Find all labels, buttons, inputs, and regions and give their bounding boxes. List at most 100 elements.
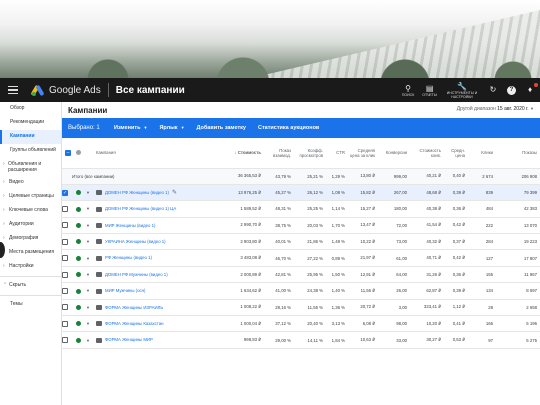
column-header-conversions[interactable]: Конверсии [378, 138, 410, 169]
status-enabled-icon[interactable] [76, 305, 81, 310]
row-checkbox[interactable] [62, 320, 68, 327]
caret-down-icon[interactable]: ▼ [86, 321, 90, 326]
caret-down-icon[interactable]: ▼ [86, 239, 90, 244]
table-row[interactable]: ▼ ФОРМА Женщины МИР 998,83 ₽29,00 % 14,11 %… [62, 331, 540, 349]
help-icon[interactable]: ? [507, 85, 516, 95]
table-row[interactable]: ▼ МИР Женщины (видео 1) 2 990,70 ₽38,75 % 2… [62, 217, 540, 235]
sidebar-item[interactable]: › Видео [0, 176, 61, 190]
column-header-campaign[interactable]: Кампания [96, 138, 226, 169]
sidebar-item[interactable]: Кампании [0, 130, 61, 144]
caret-down-icon[interactable]: ▼ [86, 272, 90, 277]
row-checkbox[interactable] [62, 337, 68, 344]
sidebar-item-topics[interactable]: Темы [0, 298, 61, 312]
table-row[interactable]: ▼ УКРАИНА Женщины (видео 1) 2 903,80 ₽40,0… [62, 233, 540, 251]
row-checkbox[interactable] [62, 222, 68, 229]
caret-down-icon[interactable]: ▼ [86, 305, 90, 310]
reports-tool[interactable]: ▤ ОТЧЕТЫ [422, 84, 437, 97]
campaign-name-cell[interactable]: ФОРМА Женщины Казахстан [96, 315, 226, 333]
status-enabled-icon[interactable] [76, 337, 81, 343]
table-row[interactable]: ▼ РФ Женщины (видео 1) 3 483,08 ₽46,70 % 27… [62, 249, 540, 267]
table-row[interactable]: ▼ ФОРМА Женщины ИЗРАИЛЬ 1 008,22 ₽28,16 % 1… [62, 299, 540, 317]
row-expand-cell[interactable]: ▼ [86, 315, 96, 333]
campaign-name-cell[interactable]: ДОМЕН РФ Мужчины (видео 1) [96, 266, 226, 284]
row-status-cell[interactable] [76, 282, 86, 300]
sidebar-item[interactable]: ›Места размещения [0, 246, 61, 260]
campaign-link[interactable]: ДОМЕН РФ Женщины (видео 1) [105, 190, 169, 195]
row-select-cell[interactable]: ✓ [62, 184, 76, 202]
refresh-icon[interactable]: ↻ [487, 84, 499, 96]
campaign-name-cell[interactable]: МИР Женщины (видео 1) [96, 217, 226, 235]
row-select-cell[interactable] [62, 200, 76, 218]
search-tool[interactable]: ⚲ ПОИСК [402, 84, 414, 97]
status-enabled-icon[interactable] [76, 272, 81, 278]
row-expand-cell[interactable]: ▼ [86, 331, 96, 349]
row-select-cell[interactable] [62, 233, 76, 251]
column-header-clicks[interactable]: Клики [468, 138, 496, 169]
caret-down-icon[interactable]: ▼ [86, 206, 90, 211]
row-checkbox[interactable] [62, 238, 68, 245]
table-row[interactable]: ▼ ДОМЕН РФ Женщины (видео 1) ЦА 1 589,52 ₽… [62, 200, 540, 218]
sidebar-item[interactable]: › Настройки [0, 260, 61, 274]
date-range-picker[interactable]: Другой диапазон 15 авг. 2020 г. ▼ [457, 106, 534, 112]
notifications-icon[interactable]: ♦ [524, 83, 538, 96]
auction-insights-button[interactable]: Статистика аукционов [258, 125, 319, 131]
campaign-name-cell[interactable]: РФ Женщины (видео 1) [96, 249, 226, 267]
campaign-link[interactable]: ДОМЕН РФ Женщины (видео 1) ЦА [105, 206, 176, 211]
status-enabled-icon[interactable] [76, 255, 81, 261]
sidebar-item[interactable]: › Аудитории [0, 218, 61, 232]
row-expand-cell[interactable]: ▼ [86, 266, 96, 284]
caret-down-icon[interactable]: ▼ [86, 338, 90, 343]
sidebar-item[interactable]: Рекомендации [0, 116, 61, 130]
row-status-cell[interactable] [76, 299, 86, 317]
row-expand-cell[interactable]: ▼ [86, 184, 96, 202]
campaign-name-cell[interactable]: ФОРМА Женщины ИЗРАИЛЬ [96, 299, 226, 317]
row-select-cell[interactable] [62, 266, 76, 284]
campaign-name-cell[interactable]: ФОРМА Женщины МИР [96, 331, 226, 349]
sidebar-item[interactable]: › Объявления и расширения [0, 158, 61, 176]
caret-down-icon[interactable]: ▼ [86, 288, 90, 293]
row-status-cell[interactable] [76, 331, 86, 349]
status-enabled-icon[interactable] [76, 206, 81, 212]
row-status-cell[interactable] [76, 266, 86, 284]
sidebar-item[interactable]: › Ключевые слова [0, 204, 61, 218]
campaign-name-cell[interactable]: УКРАИНА Женщины (видео 1) [96, 233, 226, 251]
row-status-cell[interactable] [76, 217, 86, 235]
row-select-cell[interactable] [62, 282, 76, 300]
column-header-interaction-rate[interactable]: Показ взаимод. [264, 138, 294, 169]
status-enabled-icon[interactable] [76, 223, 81, 229]
campaign-link[interactable]: МИР Мужчины (осн) [105, 288, 145, 293]
column-header-view-rate[interactable]: Коэфф. просмотров [294, 138, 326, 169]
row-status-cell[interactable] [76, 249, 86, 267]
row-status-cell[interactable] [76, 200, 86, 218]
campaign-link[interactable]: ФОРМА Женщины МИР [105, 337, 153, 342]
row-status-cell[interactable] [76, 315, 86, 333]
sidebar-hide[interactable]: ⌃ Скрыть [0, 279, 61, 293]
row-expand-cell[interactable]: ▼ [86, 233, 96, 251]
status-enabled-icon[interactable] [76, 288, 81, 294]
tools-settings-tool[interactable]: 🔧 ИНСТРУМЕНТЫ И НАСТРОЙКИ [445, 82, 479, 99]
row-checkbox[interactable] [62, 304, 68, 311]
campaign-link[interactable]: УКРАИНА Женщины (видео 1) [105, 239, 166, 244]
column-header-impressions[interactable]: Показы [496, 138, 540, 169]
sidebar-item[interactable]: Группы объявлений [0, 144, 61, 158]
menu-icon[interactable] [8, 85, 18, 95]
column-header-cost[interactable]: ↓ Стоимость [226, 138, 264, 169]
caret-down-icon[interactable]: ▼ [86, 223, 90, 228]
campaign-link[interactable]: ДОМЕН РФ Мужчины (видео 1) [105, 272, 168, 277]
google-ads-logo[interactable]: Google Ads [30, 85, 101, 97]
caret-down-icon[interactable]: ▼ [86, 190, 90, 195]
row-select-cell[interactable] [62, 217, 76, 235]
row-expand-cell[interactable]: ▼ [86, 249, 96, 267]
select-all-checkbox[interactable]: – [65, 149, 71, 156]
sidebar-item[interactable]: Обзор [0, 102, 61, 116]
row-checkbox[interactable] [62, 271, 68, 278]
status-enabled-icon[interactable] [76, 190, 81, 196]
campaign-name-cell[interactable]: МИР Мужчины (осн) [96, 282, 226, 300]
row-select-cell[interactable] [62, 299, 76, 317]
select-all-cell[interactable]: – [62, 138, 76, 169]
row-checkbox[interactable] [62, 205, 68, 212]
row-select-cell[interactable] [62, 249, 76, 267]
caret-down-icon[interactable]: ▼ [86, 256, 90, 261]
column-header-avg-cost[interactable]: Средн. цена [444, 138, 468, 169]
status-enabled-icon[interactable] [76, 239, 81, 245]
